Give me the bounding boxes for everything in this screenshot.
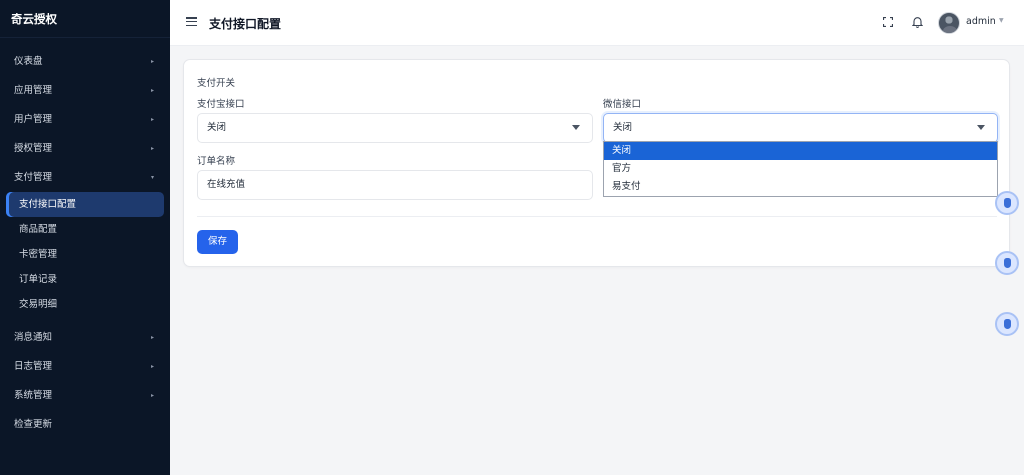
chevron-right-icon: ▸ bbox=[150, 87, 154, 94]
sidebar-item-label: 消息通知 bbox=[14, 332, 53, 343]
chevron-right-icon: ▸ bbox=[150, 145, 154, 152]
sidebar-subitem-label: 交易明细 bbox=[19, 299, 58, 310]
floating-assistant-button[interactable] bbox=[995, 312, 1019, 336]
bell-icon[interactable] bbox=[912, 16, 923, 28]
divider bbox=[197, 216, 997, 217]
page-title: 支付接口配置 bbox=[209, 17, 282, 31]
sidebar-subitem-products[interactable]: 商品配置 bbox=[0, 217, 170, 242]
caret-down-icon bbox=[977, 125, 985, 130]
sidebar-subitem-orders[interactable]: 订单记录 bbox=[0, 267, 170, 292]
chevron-right-icon: ▸ bbox=[150, 392, 154, 399]
sidebar-item-users[interactable]: 用户管理 ▸ bbox=[0, 105, 170, 134]
sidebar-item-label: 仪表盘 bbox=[14, 56, 43, 67]
sidebar-item-notifications[interactable]: 消息通知 ▸ bbox=[0, 323, 170, 352]
sidebar-item-label: 支付管理 bbox=[14, 172, 53, 183]
sidebar-item-label: 系统管理 bbox=[14, 390, 53, 401]
sidebar-subitem-label: 支付接口配置 bbox=[19, 199, 77, 210]
alipay-label: 支付宝接口 bbox=[197, 99, 245, 110]
wechat-dropdown-list: 关闭 官方 易支付 bbox=[603, 141, 998, 197]
floating-assistant-button[interactable] bbox=[995, 191, 1019, 215]
fullscreen-icon[interactable] bbox=[883, 17, 893, 27]
menu-toggle-icon[interactable] bbox=[186, 17, 197, 27]
chevron-right-icon: ▸ bbox=[150, 334, 154, 341]
dropdown-option-official[interactable]: 官方 bbox=[604, 160, 997, 178]
sidebar-item-label: 用户管理 bbox=[14, 114, 53, 125]
sidebar-item-check-update[interactable]: 检查更新 bbox=[0, 410, 170, 439]
alipay-select[interactable]: 关闭 bbox=[197, 113, 593, 143]
wechat-label: 微信接口 bbox=[603, 99, 642, 110]
sidebar-subitem-transactions[interactable]: 交易明细 bbox=[0, 292, 170, 317]
sidebar-item-label: 检查更新 bbox=[14, 419, 53, 430]
avatar[interactable] bbox=[938, 12, 960, 34]
chevron-right-icon: ▸ bbox=[150, 116, 154, 123]
save-button[interactable]: 保存 bbox=[197, 230, 238, 254]
top-header: 支付接口配置 admin ▼ bbox=[170, 0, 1024, 46]
sidebar-item-logs[interactable]: 日志管理 ▸ bbox=[0, 352, 170, 381]
sidebar-subitem-label: 商品配置 bbox=[19, 224, 58, 235]
alipay-select-value: 关闭 bbox=[207, 122, 227, 133]
sidebar-menu: 仪表盘 ▸ 应用管理 ▸ 用户管理 ▸ 授权管理 ▸ 支付管理 ▾ 支付接口配置 商品配置… bbox=[0, 47, 170, 439]
sidebar-subitem-cards[interactable]: 卡密管理 bbox=[0, 242, 170, 267]
sidebar-subitem-label: 订单记录 bbox=[19, 274, 58, 285]
chevron-down-icon: ▾ bbox=[150, 174, 154, 181]
sidebar-subitem-label: 卡密管理 bbox=[19, 249, 58, 260]
order-name-input[interactable]: 在线充值 bbox=[197, 170, 593, 200]
order-name-label: 订单名称 bbox=[197, 156, 236, 167]
chevron-right-icon: ▸ bbox=[150, 58, 154, 65]
username[interactable]: admin bbox=[966, 16, 996, 27]
section-title: 支付开关 bbox=[197, 78, 236, 89]
caret-down-icon bbox=[572, 125, 580, 130]
sidebar-item-system[interactable]: 系统管理 ▸ bbox=[0, 381, 170, 410]
sidebar-item-label: 应用管理 bbox=[14, 85, 53, 96]
sidebar-item-payment[interactable]: 支付管理 ▾ bbox=[0, 163, 170, 192]
sidebar-item-licenses[interactable]: 授权管理 ▸ bbox=[0, 134, 170, 163]
payment-submenu: 支付接口配置 商品配置 卡密管理 订单记录 交易明细 bbox=[0, 192, 170, 317]
dropdown-option-off[interactable]: 关闭 bbox=[604, 142, 997, 160]
wechat-select-value: 关闭 bbox=[613, 122, 633, 133]
chevron-down-icon[interactable]: ▼ bbox=[999, 17, 1004, 24]
dropdown-option-epay[interactable]: 易支付 bbox=[604, 178, 997, 196]
sidebar-item-label: 日志管理 bbox=[14, 361, 53, 372]
floating-assistant-button[interactable] bbox=[995, 251, 1019, 275]
order-name-value: 在线充值 bbox=[207, 179, 246, 190]
sidebar-subitem-payment-config[interactable]: 支付接口配置 bbox=[6, 192, 164, 217]
brand-logo-text: 奇云授权 bbox=[0, 0, 170, 38]
sidebar-item-apps[interactable]: 应用管理 ▸ bbox=[0, 76, 170, 105]
sidebar-item-label: 授权管理 bbox=[14, 143, 53, 154]
wechat-select[interactable]: 关闭 bbox=[603, 113, 998, 143]
chevron-right-icon: ▸ bbox=[150, 363, 154, 370]
sidebar-item-dashboard[interactable]: 仪表盘 ▸ bbox=[0, 47, 170, 76]
sidebar: 奇云授权 仪表盘 ▸ 应用管理 ▸ 用户管理 ▸ 授权管理 ▸ 支付管理 ▾ 支付接口配置… bbox=[0, 0, 170, 475]
